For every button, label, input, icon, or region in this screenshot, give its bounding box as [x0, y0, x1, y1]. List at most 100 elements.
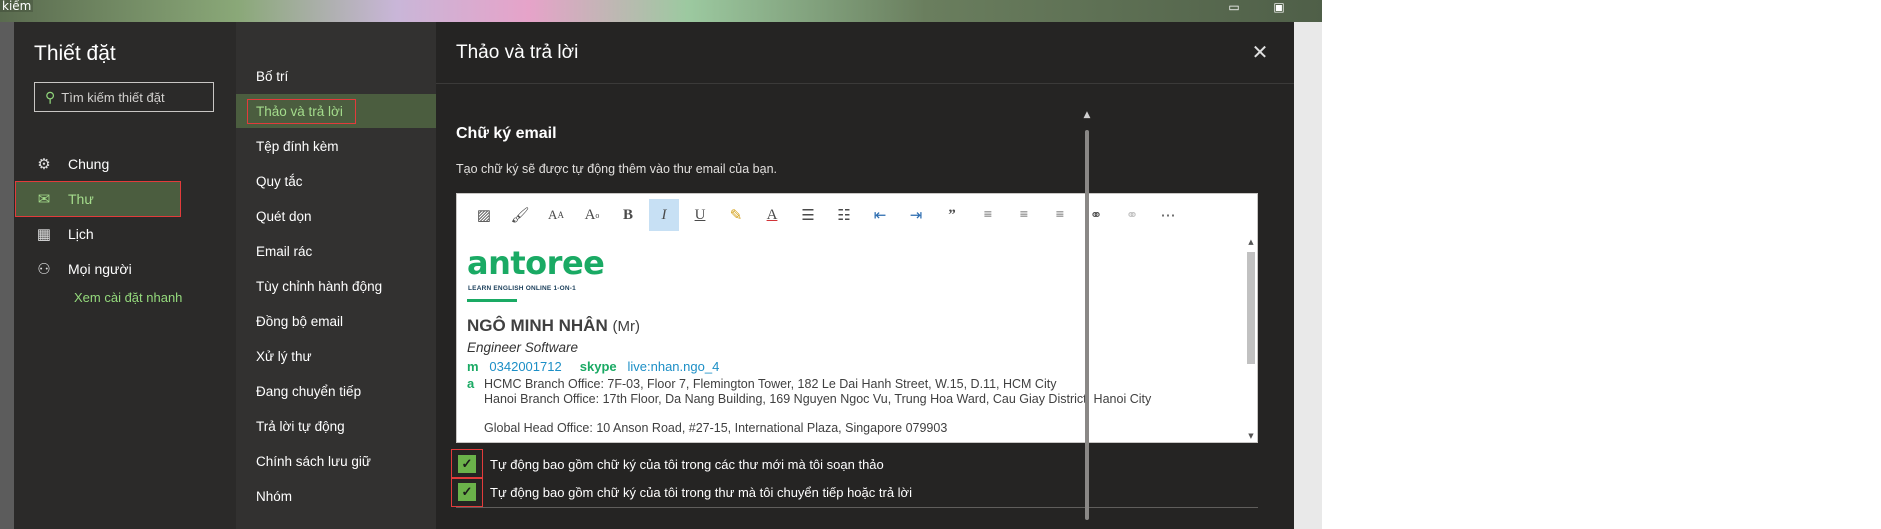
- insert-image-icon[interactable]: ▨: [469, 199, 499, 231]
- nav-forwarding[interactable]: Đang chuyển tiếp: [236, 374, 436, 408]
- scroll-up-icon[interactable]: ▲: [1082, 110, 1092, 120]
- nav-label: Bố trí: [256, 68, 289, 84]
- nav-junk-email[interactable]: Email rác: [236, 234, 436, 268]
- font-size-icon[interactable]: AA: [541, 199, 571, 231]
- signature-role: Engineer Software: [467, 340, 579, 355]
- nav-sync-email[interactable]: Đồng bộ email: [236, 304, 436, 338]
- close-button[interactable]: ✕: [1248, 40, 1272, 64]
- settings-title: Thiết đặt: [34, 42, 116, 65]
- content-scroll-thumb[interactable]: [1085, 130, 1089, 520]
- checkbox-label: Tự động bao gồm chữ ký của tôi trong thư…: [490, 484, 912, 500]
- content-divider: [456, 507, 1258, 508]
- editor-scroll-thumb[interactable]: [1247, 252, 1255, 364]
- quote-icon[interactable]: ”: [937, 199, 967, 231]
- signature-editor[interactable]: ▨ 🖌 AA Ao B I U ✎ A ☰ ☷ ⇤ ⇥ ” ≡ ≡ ≡ ⚭ ⚭ …: [456, 193, 1258, 443]
- quick-settings-link[interactable]: Xem cài đặt nhanh: [74, 290, 182, 305]
- signature-contact: m 0342001712 skype live:nhan.ngo_4: [467, 359, 719, 374]
- scroll-down-icon[interactable]: ▼: [1247, 432, 1255, 440]
- nav-automatic-replies[interactable]: Trả lời tự động: [236, 409, 436, 443]
- checkmark-icon: ✓: [461, 456, 473, 471]
- editor-scrollbar[interactable]: ▲ ▼: [1247, 238, 1255, 440]
- italic-icon[interactable]: I: [649, 199, 679, 231]
- nav-rules[interactable]: Quy tắc: [236, 164, 436, 198]
- numbering-icon[interactable]: ☷: [829, 199, 859, 231]
- settings-search-input[interactable]: ⚲ Tìm kiếm thiết đặt: [34, 82, 214, 112]
- scroll-up-icon[interactable]: ▲: [1247, 238, 1255, 246]
- address-global: Global Head Office: 10 Anson Road, #27-1…: [484, 421, 948, 435]
- align-left-icon[interactable]: ≡: [973, 199, 1003, 231]
- close-icon: ✕: [1251, 40, 1269, 64]
- editor-toolbar: ▨ 🖌 AA Ao B I U ✎ A ☰ ☷ ⇤ ⇥ ” ≡ ≡ ≡ ⚭ ⚭ …: [457, 194, 1257, 236]
- gear-icon: ⚙: [37, 156, 51, 173]
- bold-icon[interactable]: B: [613, 199, 643, 231]
- increase-indent-icon[interactable]: ⇥: [901, 199, 931, 231]
- checkmark-icon: ✓: [461, 484, 473, 499]
- nav-sweep[interactable]: Quét dọn: [236, 199, 436, 233]
- category-people[interactable]: ⚇ Mọi người: [16, 252, 226, 286]
- phone-label: m: [467, 359, 479, 374]
- checkbox-highlight: ✓: [451, 449, 483, 479]
- nav-label: Trả lời tự động: [256, 418, 345, 434]
- nav-groups[interactable]: Nhóm: [236, 479, 436, 513]
- auto-signature-reply-row[interactable]: ✓ Tự động bao gồm chữ ký của tôi trong t…: [451, 477, 912, 507]
- checkbox-highlight: ✓: [451, 477, 483, 507]
- category-label: Chung: [68, 156, 110, 172]
- background-banner: [0, 0, 1322, 22]
- signature-name-suffix: (Mr): [612, 318, 640, 335]
- nav-layout[interactable]: Bố trí: [236, 59, 436, 93]
- category-general[interactable]: ⚙ Chung: [16, 147, 226, 181]
- auto-signature-new-checkbox[interactable]: ✓: [458, 455, 476, 473]
- people-icon: ⚇: [37, 261, 51, 278]
- nav-message-handling[interactable]: Xử lý thư: [236, 339, 436, 373]
- underline-icon[interactable]: U: [685, 199, 715, 231]
- decrease-indent-icon[interactable]: ⇤: [865, 199, 895, 231]
- font-color-icon[interactable]: A: [757, 199, 787, 231]
- background-search-fragment: kiếm: [0, 0, 34, 13]
- logo-tagline: LEARN ENGLISH ONLINE 1-ON-1: [468, 285, 576, 292]
- mail-settings-nav: Bố trí Thảo và trả lời Tệp đính kèm Quy …: [236, 22, 436, 529]
- auto-signature-new-row[interactable]: ✓ Tự động bao gồm chữ ký của tôi trong c…: [451, 449, 884, 479]
- settings-search-placeholder: Tìm kiếm thiết đặt: [61, 89, 165, 105]
- highlight-icon[interactable]: ✎: [721, 199, 751, 231]
- more-icon[interactable]: ⋯: [1153, 199, 1183, 231]
- calendar-icon: ▦: [36, 226, 52, 243]
- superscript-icon[interactable]: Ao: [577, 199, 607, 231]
- align-right-icon[interactable]: ≡: [1045, 199, 1075, 231]
- nav-label: Nhóm: [256, 488, 293, 504]
- nav-customize-actions[interactable]: Tùy chỉnh hành động: [236, 269, 436, 303]
- nav-retention-policies[interactable]: Chính sách lưu giữ: [236, 444, 436, 478]
- category-label: Mọi người: [68, 261, 132, 277]
- settings-categories-panel: Thiết đặt ⚲ Tìm kiếm thiết đặt ⚙ Chung ✉…: [14, 22, 236, 529]
- format-painter-icon[interactable]: 🖌: [505, 199, 535, 231]
- align-center-icon[interactable]: ≡: [1009, 199, 1039, 231]
- category-mail[interactable]: ✉ Thư: [15, 181, 181, 217]
- logo-underline: [467, 299, 517, 302]
- settings-dialog: Thiết đặt ⚲ Tìm kiếm thiết đặt ⚙ Chung ✉…: [14, 22, 1294, 529]
- bullets-icon[interactable]: ☰: [793, 199, 823, 231]
- camera-icon[interactable]: ▭: [1220, 0, 1248, 16]
- panel-icon[interactable]: ▣: [1265, 0, 1293, 16]
- nav-label: Quét dọn: [256, 208, 312, 224]
- signature-content[interactable]: antoree LEARN ENGLISH ONLINE 1-ON-1 NGÔ …: [467, 244, 1237, 440]
- address-hcmc: HCMC Branch Office: 7F-03, Floor 7, Flem…: [484, 377, 1057, 391]
- nav-attachments[interactable]: Tệp đính kèm: [236, 129, 436, 163]
- signature-name: NGÔ MINH NHÂN (Mr): [467, 316, 640, 336]
- phone-link[interactable]: 0342001712: [489, 359, 561, 374]
- category-label: Lịch: [68, 226, 94, 242]
- category-calendar[interactable]: ▦ Lịch: [16, 217, 226, 251]
- skype-label: skype: [579, 359, 617, 374]
- auto-signature-reply-checkbox[interactable]: ✓: [458, 483, 476, 501]
- background-right-strip: [1294, 22, 1322, 529]
- signature-name-text: NGÔ MINH NHÂN: [467, 316, 608, 335]
- address-label: a: [467, 376, 475, 391]
- section-description: Tạo chữ ký sẽ được tự động thêm vào thư …: [456, 162, 777, 176]
- nav-compose-reply[interactable]: Thảo và trả lời: [236, 94, 436, 128]
- search-icon: ⚲: [45, 88, 56, 105]
- nav-label: Tệp đính kèm: [256, 138, 339, 154]
- page-title: Thảo và trả lời: [456, 42, 579, 63]
- skype-link[interactable]: live:nhan.ngo_4: [628, 359, 720, 374]
- antoree-logo: antoree: [467, 244, 605, 282]
- unlink-icon: ⚭: [1125, 207, 1139, 224]
- content-scrollbar[interactable]: ▲: [1082, 84, 1092, 529]
- category-label: Thư: [68, 191, 94, 207]
